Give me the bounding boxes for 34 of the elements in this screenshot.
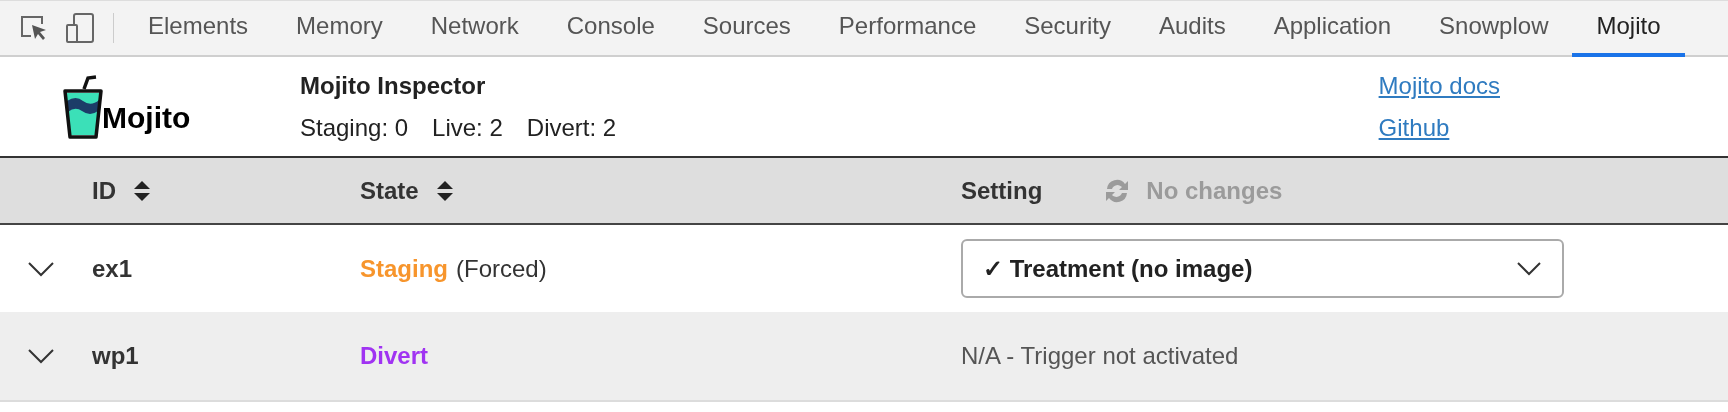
column-header: ID <box>92 175 116 206</box>
chevron-down-icon[interactable] <box>27 260 55 277</box>
devtools-tab[interactable]: Snowplow <box>1415 0 1573 57</box>
devtools-tab[interactable]: Performance <box>814 0 1001 57</box>
state-count: Live: 2 <box>432 112 503 143</box>
devtools-tab[interactable]: Memory <box>272 0 407 57</box>
state-count: Divert: 2 <box>526 112 617 143</box>
devtools-tab[interactable]: Mojito <box>1572 0 1685 57</box>
docs-link[interactable]: Mojito docs <box>1378 67 1500 104</box>
experiment-id: ex1 <box>92 253 134 284</box>
devtools-tab[interactable]: Network <box>406 0 543 57</box>
cup-icon <box>62 74 104 139</box>
chevron-down-icon <box>1516 260 1542 277</box>
state-label: Divert <box>360 341 429 371</box>
setting-dropdown[interactable]: ✓ Treatment (no image) <box>961 239 1564 298</box>
sort-icon[interactable] <box>132 178 152 203</box>
column-header: Setting <box>961 175 1043 206</box>
devtools-tab[interactable]: Audits <box>1134 0 1250 57</box>
devtools-tab[interactable]: Elements <box>124 0 273 57</box>
devtools-tab[interactable]: Console <box>542 0 679 57</box>
devtools-tab[interactable]: Security <box>1000 0 1135 57</box>
column-header: State <box>360 175 419 206</box>
state-note: (Forced) <box>456 253 547 284</box>
inspector-title: Mojito Inspector <box>300 70 487 101</box>
state-count: Staging: 0 <box>300 112 409 143</box>
experiment-id: wp1 <box>92 341 140 371</box>
logo-text: Mojito <box>102 102 191 133</box>
setting-text: N/A - Trigger not activated <box>961 342 1239 369</box>
devtools-tab[interactable]: Sources <box>678 0 815 57</box>
device-toolbar-icon[interactable] <box>65 12 95 44</box>
docs-link[interactable]: Github <box>1378 109 1500 146</box>
state-label: Staging <box>360 253 448 284</box>
chevron-down-icon[interactable] <box>27 348 55 364</box>
devtools-tab[interactable]: Application <box>1249 0 1416 57</box>
